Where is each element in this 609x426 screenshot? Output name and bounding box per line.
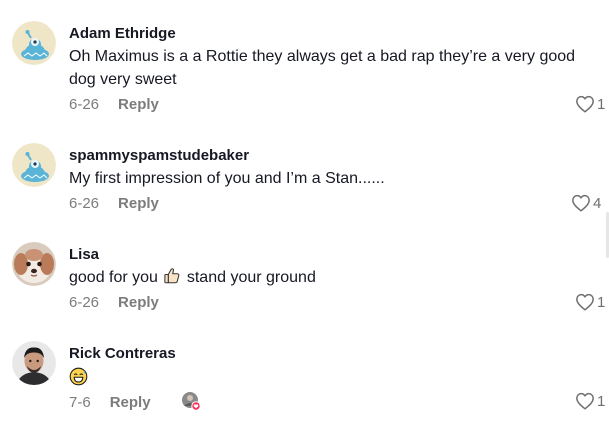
like-count: 4 xyxy=(593,194,602,212)
avatar[interactable] xyxy=(12,242,56,286)
like-count: 1 xyxy=(597,392,606,410)
comment-text-part: stand your ground xyxy=(186,269,316,286)
heart-icon xyxy=(572,194,590,212)
thumbs-up-icon xyxy=(164,268,180,284)
blue-cartoon-avatar-icon xyxy=(12,21,56,65)
comment-meta: 7-6 Reply xyxy=(69,392,201,411)
comment-meta: 6-26 Reply xyxy=(69,195,159,212)
comment-date: 6-26 xyxy=(69,195,100,212)
avatar[interactable] xyxy=(12,143,56,187)
heart-icon xyxy=(576,293,594,311)
reply-button[interactable]: Reply xyxy=(118,195,159,212)
reply-button[interactable]: Reply xyxy=(118,294,159,311)
like-button[interactable]: 1 xyxy=(575,293,605,311)
man-photo-avatar-icon xyxy=(12,341,56,385)
blue-cartoon-avatar-icon xyxy=(12,143,56,187)
avatar[interactable] xyxy=(12,341,56,385)
creator-liked-badge-icon xyxy=(181,392,201,411)
comment-text: good for you stand your ground xyxy=(69,266,589,289)
comment-meta: 6-26 Reply xyxy=(69,96,159,113)
commenter-name[interactable]: Lisa xyxy=(69,246,99,263)
like-count: 1 xyxy=(597,95,606,113)
reply-button[interactable]: Reply xyxy=(110,394,151,411)
comment-date: 6-26 xyxy=(69,96,100,113)
like-count: 1 xyxy=(597,293,606,311)
comment-text: My first impression of you and I’m a Sta… xyxy=(69,170,385,187)
comment-meta: 6-26 Reply xyxy=(69,294,159,311)
like-button[interactable]: 1 xyxy=(575,392,605,410)
grinning-sweat-face-icon xyxy=(69,367,88,386)
comment-text xyxy=(69,366,589,389)
comment-text-part: good for you xyxy=(69,269,158,286)
comment-date: 7-6 xyxy=(69,393,91,411)
like-button[interactable]: 4 xyxy=(571,194,601,212)
avatar[interactable] xyxy=(12,21,56,65)
reply-button[interactable]: Reply xyxy=(118,96,159,113)
heart-icon xyxy=(576,392,594,410)
commenter-name[interactable]: spammyspamstudebaker xyxy=(69,147,249,164)
dog-photo-avatar-icon xyxy=(12,242,56,286)
commenter-name[interactable]: Adam Ethridge xyxy=(69,25,176,42)
like-button[interactable]: 1 xyxy=(575,95,605,113)
comment-date: 6-26 xyxy=(69,294,100,311)
commenter-name[interactable]: Rick Contreras xyxy=(69,345,176,362)
comment-text: Oh Maximus is a a Rottie they always get… xyxy=(69,48,576,88)
heart-icon xyxy=(576,95,594,113)
